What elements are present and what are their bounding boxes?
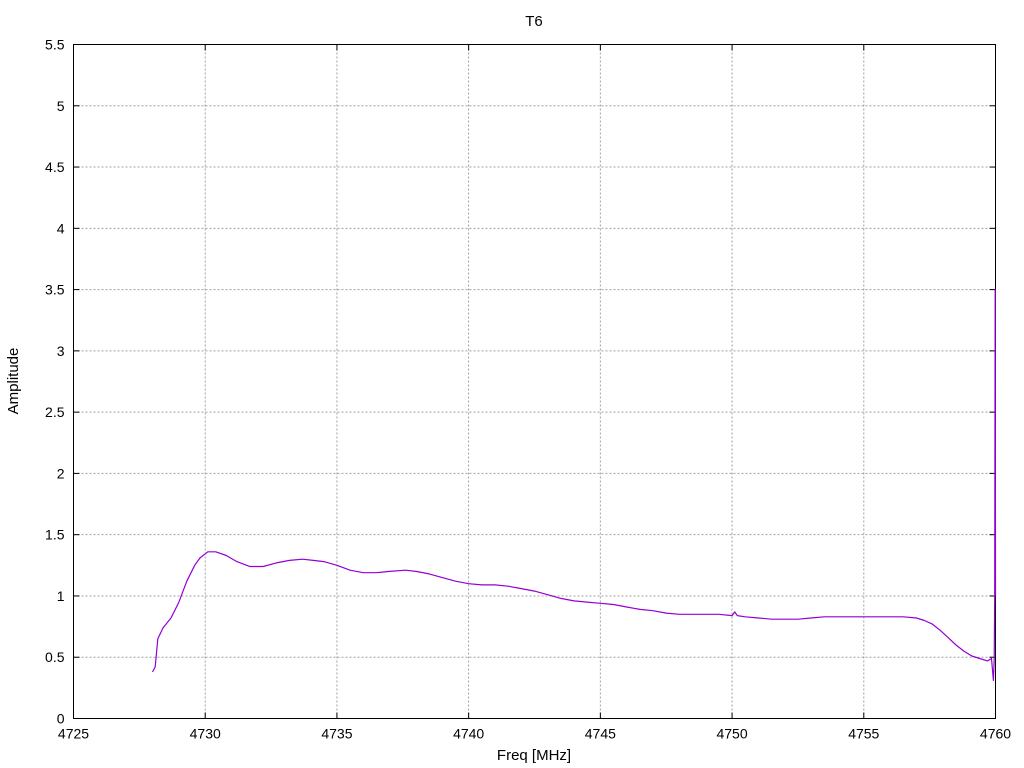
y-tick-label: 2	[57, 465, 65, 481]
x-tick-label: 4755	[848, 726, 879, 742]
y-tick-label: 3.5	[45, 282, 65, 298]
x-axis-label: Freq [MHz]	[497, 747, 571, 764]
x-tick-label: 4760	[980, 726, 1011, 742]
y-tick-label: 2.5	[45, 404, 65, 420]
plot-frame	[73, 44, 996, 719]
x-tick-label: 4745	[585, 726, 616, 742]
x-tick-label: 4730	[190, 726, 221, 742]
y-tick-label: 5.5	[45, 37, 65, 53]
x-tick-label: 4740	[453, 726, 484, 742]
line-chart: 4725 4730 4735 4740 4745 4750 4755 4760 0 0.5 1 1.5…	[5, 13, 1011, 764]
y-tick-label: 4	[57, 220, 65, 236]
axis-ticks: 4725 4730 4735 4740 4745 4750 4755 4760 0 0.5 1 1.5…	[45, 37, 1011, 742]
y-tick-label: 4.5	[45, 159, 65, 175]
x-tick-label: 4735	[321, 726, 352, 742]
x-tick-label: 4750	[716, 726, 747, 742]
y-tick-label: 1.5	[45, 527, 65, 543]
y-tick-label: 3	[57, 343, 65, 359]
grid	[73, 44, 996, 719]
x-tick-label: 4725	[58, 726, 89, 742]
y-tick-label: 0.5	[45, 649, 65, 665]
series-layer	[151, 289, 997, 682]
y-tick-label: 1	[57, 588, 65, 604]
series-line-0	[151, 289, 997, 682]
y-tick-label: 5	[57, 98, 65, 114]
chart-title: T6	[525, 13, 543, 30]
y-axis-label: Amplitude	[5, 348, 22, 415]
y-tick-label: 0	[57, 711, 65, 727]
